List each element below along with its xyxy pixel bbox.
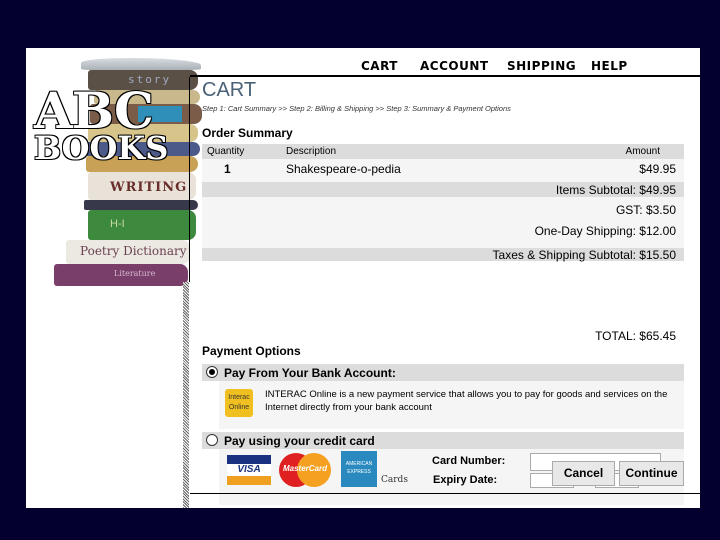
dotted-divider xyxy=(183,282,189,508)
items-subtotal: Items Subtotal: $49.95 xyxy=(555,183,676,197)
mastercard-text: MasterCard xyxy=(282,464,327,473)
top-nav: CART ACCOUNT SHIPPING HELP xyxy=(190,48,700,77)
book-spine xyxy=(81,58,201,70)
nav-help[interactable]: HELP xyxy=(591,59,628,73)
interac-logo-line-1: Interac xyxy=(228,394,250,401)
payment-options-heading: Payment Options xyxy=(202,344,301,358)
checkout-steps: Step 1: Cart Summary >> Step 2: Billing … xyxy=(202,104,511,113)
nav-shipping[interactable]: SHIPPING xyxy=(507,59,576,73)
book-spine: Poetry Dictionary xyxy=(66,240,190,264)
continue-button[interactable]: Continue xyxy=(619,461,684,486)
expiry-date-label: Expiry Date: xyxy=(433,474,498,486)
amex-logo: AMERICAN EXPRESS xyxy=(341,451,377,487)
table-row: 1 Shakespeare-o-pedia $49.95 xyxy=(202,159,684,182)
nav-cart[interactable]: CART xyxy=(361,59,398,73)
shipping-cost: One-Day Shipping: $12.00 xyxy=(534,224,676,238)
book-spine-text: WRITING xyxy=(110,180,188,195)
payment-option-credit-card[interactable]: Pay using your credit card xyxy=(202,432,684,449)
book-spine-text: Poetry Dictionary xyxy=(80,244,187,258)
item-quantity: 1 xyxy=(224,162,231,176)
logo-line-2: BOOKS xyxy=(34,129,169,167)
taxes-shipping-subtotal-row: Taxes & Shipping Subtotal: $15.50 xyxy=(202,248,684,262)
items-subtotal-row: Items Subtotal: $49.95 xyxy=(202,182,684,197)
footer-divider xyxy=(190,493,700,494)
column-amount: Amount xyxy=(625,146,660,157)
visa-logo: VISA xyxy=(227,455,271,485)
book-spine-text: Literature xyxy=(114,269,156,278)
cards-text: Cards xyxy=(381,475,408,485)
interac-description: INTERAC Online is a new payment service … xyxy=(265,389,668,413)
taxes-rows: GST: $3.50 One-Day Shipping: $12.00 xyxy=(202,197,684,248)
bank-radio[interactable] xyxy=(206,366,218,378)
item-amount: $49.95 xyxy=(639,162,676,176)
item-description: Shakespeare-o-pedia xyxy=(286,162,401,176)
main-content: CART Step 1: Cart Summary >> Step 2: Bil… xyxy=(202,79,684,505)
site-logo[interactable]: ABC BOOKS xyxy=(34,86,194,167)
book-spine: WRITING xyxy=(88,172,196,200)
table-header: Quantity Description Amount xyxy=(202,144,684,159)
credit-card-option-label[interactable]: Pay using your credit card xyxy=(224,434,375,448)
bank-option-details: Interac Online INTERAC Online is a new p… xyxy=(219,381,684,429)
cancel-button[interactable]: Cancel xyxy=(552,461,615,486)
book-spine xyxy=(84,200,198,210)
card-number-label: Card Number: xyxy=(432,455,506,467)
taxes-shipping-subtotal: Taxes & Shipping Subtotal: $15.50 xyxy=(492,248,676,262)
column-quantity: Quantity xyxy=(207,146,245,157)
page-title: CART xyxy=(202,79,257,101)
nav-account[interactable]: ACCOUNT xyxy=(420,59,489,73)
interac-online-logo: Interac Online xyxy=(225,389,253,417)
interac-logo-line-2: Online xyxy=(228,404,250,411)
bank-option-label[interactable]: Pay From Your Bank Account: xyxy=(224,366,396,380)
mastercard-logo: MasterCard xyxy=(279,453,331,487)
page-panel: story WRITING H-I Poetry Dictionary Lite… xyxy=(26,48,700,508)
column-description: Description xyxy=(286,146,337,157)
credit-card-radio[interactable] xyxy=(206,434,218,446)
book-spine-text: H-I xyxy=(110,218,125,230)
order-summary-table: Quantity Description Amount 1 Shakespear… xyxy=(202,144,684,262)
order-total: TOTAL: $65.45 xyxy=(595,329,676,343)
book-spine: Literature xyxy=(54,264,188,286)
gst: GST: $3.50 xyxy=(615,203,676,217)
payment-option-bank[interactable]: Pay From Your Bank Account: xyxy=(202,364,684,381)
content-divider xyxy=(189,77,190,282)
book-spine: H-I xyxy=(88,210,196,240)
order-summary-heading: Order Summary xyxy=(202,126,293,140)
